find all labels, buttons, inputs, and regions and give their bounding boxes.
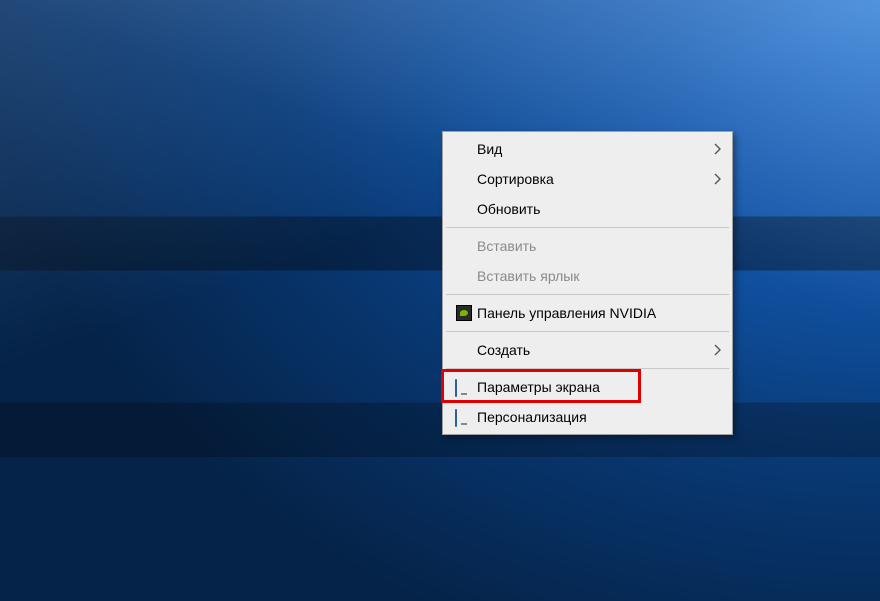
chevron-right-icon [706, 344, 722, 356]
menu-item-label: Персонализация [477, 409, 706, 425]
menu-separator [446, 294, 729, 295]
menu-item-display-settings[interactable]: Параметры экрана [445, 372, 730, 402]
menu-item-label: Панель управления NVIDIA [477, 305, 706, 321]
menu-item-label: Сортировка [477, 171, 706, 187]
menu-item-view[interactable]: Вид [445, 134, 730, 164]
menu-separator [446, 331, 729, 332]
menu-item-sort[interactable]: Сортировка [445, 164, 730, 194]
menu-item-paste: Вставить [445, 231, 730, 261]
chevron-right-icon [706, 173, 722, 185]
menu-item-new[interactable]: Создать [445, 335, 730, 365]
menu-item-label: Вставить ярлык [477, 268, 706, 284]
menu-item-label: Обновить [477, 201, 706, 217]
nvidia-icon [451, 305, 477, 321]
menu-separator [446, 368, 729, 369]
menu-item-label: Вставить [477, 238, 706, 254]
personalize-icon [451, 410, 477, 424]
menu-item-label: Создать [477, 342, 706, 358]
display-icon [451, 380, 477, 394]
menu-separator [446, 227, 729, 228]
menu-item-refresh[interactable]: Обновить [445, 194, 730, 224]
menu-item-nvidia[interactable]: Панель управления NVIDIA [445, 298, 730, 328]
menu-item-label: Параметры экрана [477, 379, 706, 395]
desktop-background[interactable] [0, 0, 880, 601]
menu-item-paste-shortcut: Вставить ярлык [445, 261, 730, 291]
chevron-right-icon [706, 143, 722, 155]
desktop-context-menu: Вид Сортировка Обновить Вставить Вставит… [442, 131, 733, 435]
menu-item-label: Вид [477, 141, 706, 157]
menu-item-personalize[interactable]: Персонализация [445, 402, 730, 432]
